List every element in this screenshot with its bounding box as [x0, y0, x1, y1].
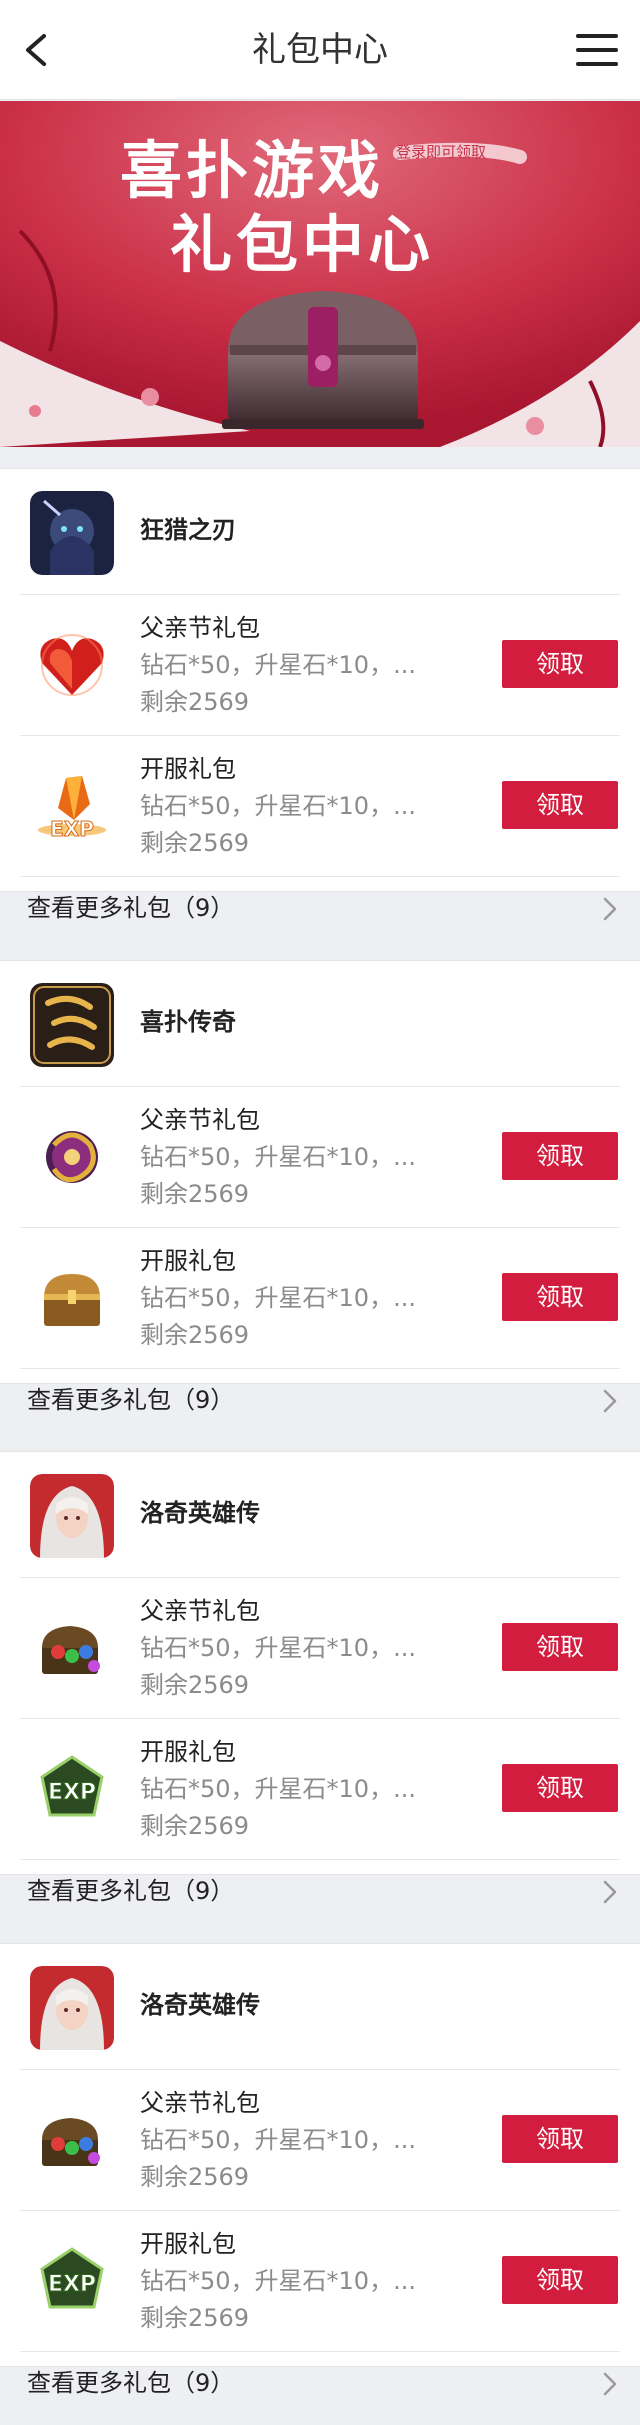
page-title: 礼包中心 — [252, 30, 388, 70]
gift-item: EXP 开服礼包 钻石*50，升星石*10，... 剩余2569 领取 — [0, 736, 640, 876]
gift-item: EXP 开服礼包 钻石*50，升星石*10，... 剩余2569 领取 — [0, 2211, 640, 2351]
view-more-label: 查看更多礼包（9） — [27, 1877, 235, 1905]
view-more-gifts-link[interactable]: 查看更多礼包（9） — [0, 1369, 640, 1433]
gift-description: 钻石*50，升星石*10，... — [140, 1775, 416, 1803]
legend-calligraphy-icon — [30, 983, 114, 1067]
game-row[interactable]: 洛奇英雄传 — [0, 1944, 640, 2069]
gift-item: 父亲节礼包 钻石*50，升星石*10，... 剩余2569 领取 — [0, 2070, 640, 2210]
gift-remaining: 剩余2569 — [140, 1321, 250, 1349]
svg-text:EXP: EXP — [50, 817, 94, 841]
claim-button[interactable]: 领取 — [502, 1764, 618, 1812]
game-row[interactable]: 洛奇英雄传 — [0, 1452, 640, 1577]
svg-text:EXP: EXP — [48, 1780, 96, 1805]
gift-name: 开服礼包 — [140, 755, 236, 783]
claim-button[interactable]: 领取 — [502, 781, 618, 829]
gift-remaining: 剩余2569 — [140, 829, 250, 857]
gift-remaining: 剩余2569 — [140, 1812, 250, 1840]
gift-description: 钻石*50，升星石*10，... — [140, 792, 416, 820]
gift-remaining: 剩余2569 — [140, 2304, 250, 2332]
game-gift-card: 狂猎之刃 父亲节礼包 钻石*50，升星石*10，... 剩余2569 领取 EX… — [0, 468, 640, 922]
gift-description: 钻石*50，升星石*10，... — [140, 1634, 416, 1662]
dark-warrior-icon — [30, 491, 114, 575]
banner-login-badge: 登录即可领取 — [396, 143, 487, 161]
gift-description: 钻石*50，升星石*10，... — [140, 1143, 416, 1171]
gift-name: 父亲节礼包 — [140, 614, 260, 642]
game-gift-card: 洛奇英雄传 父亲节礼包 钻石*50，升星石*10，... 剩余2569 领取 E… — [0, 1943, 640, 2397]
exp-crystal-icon: EXP — [30, 764, 114, 848]
claim-button[interactable]: 领取 — [502, 640, 618, 688]
view-more-label: 查看更多礼包（9） — [27, 2369, 235, 2397]
gift-item: 父亲节礼包 钻石*50，升星石*10，... 剩余2569 领取 — [0, 1087, 640, 1227]
gift-name: 开服礼包 — [140, 2230, 236, 2258]
gift-item: EXP 开服礼包 钻石*50，升星石*10，... 剩余2569 领取 — [0, 1719, 640, 1859]
gift-remaining: 剩余2569 — [140, 1671, 250, 1699]
view-more-gifts-link[interactable]: 查看更多礼包（9） — [0, 877, 640, 941]
chevron-right-icon — [603, 2372, 617, 2396]
gift-remaining: 剩余2569 — [140, 2163, 250, 2191]
banner-title-line1: 喜扑游戏 — [120, 134, 385, 207]
exp-badge-icon: EXP — [30, 1747, 114, 1831]
game-name: 喜扑传奇 — [140, 1008, 236, 1036]
view-more-gifts-link[interactable]: 查看更多礼包（9） — [0, 2352, 640, 2416]
chevron-right-icon — [603, 1880, 617, 1904]
gift-name: 开服礼包 — [140, 1247, 236, 1275]
treasure-chest-icon — [30, 1256, 114, 1340]
gem-chest-icon — [30, 1606, 114, 1690]
game-row[interactable]: 喜扑传奇 — [0, 961, 640, 1086]
gift-name: 父亲节礼包 — [140, 1106, 260, 1134]
banner-title-line2: 礼包中心 — [170, 208, 435, 281]
claim-button[interactable]: 领取 — [502, 1273, 618, 1321]
view-more-label: 查看更多礼包（9） — [27, 894, 235, 922]
gift-item: 父亲节礼包 钻石*50，升星石*10，... 剩余2569 领取 — [0, 1578, 640, 1718]
game-name: 洛奇英雄传 — [140, 1499, 260, 1527]
gift-remaining: 剩余2569 — [140, 1180, 250, 1208]
claim-button[interactable]: 领取 — [502, 1132, 618, 1180]
claim-button[interactable]: 领取 — [502, 1623, 618, 1671]
white-hair-heroine-icon — [30, 1474, 114, 1558]
view-more-label: 查看更多礼包（9） — [27, 1386, 235, 1414]
gift-name: 父亲节礼包 — [140, 2089, 260, 2117]
gift-name: 父亲节礼包 — [140, 1597, 260, 1625]
view-more-gifts-link[interactable]: 查看更多礼包（9） — [0, 1860, 640, 1924]
gift-item: 开服礼包 钻石*50，升星石*10，... 剩余2569 领取 — [0, 1228, 640, 1368]
promo-banner[interactable]: 喜扑游戏 礼包中心 登录即可领取 — [0, 101, 640, 447]
gift-description: 钻石*50，升星石*10，... — [140, 1284, 416, 1312]
white-hair-heroine-icon — [30, 1966, 114, 2050]
game-name: 洛奇英雄传 — [140, 1991, 260, 2019]
gift-name: 开服礼包 — [140, 1738, 236, 1766]
game-name: 狂猎之刃 — [140, 516, 236, 544]
top-nav-bar: 礼包中心 — [0, 0, 640, 100]
svg-text:EXP: EXP — [48, 2272, 96, 2297]
claim-button[interactable]: 领取 — [502, 2115, 618, 2163]
purple-dragon-orb-icon — [30, 1115, 114, 1199]
claim-button[interactable]: 领取 — [502, 2256, 618, 2304]
red-heart-gem-icon — [30, 623, 114, 707]
chevron-right-icon — [603, 897, 617, 921]
game-row[interactable]: 狂猎之刃 — [0, 469, 640, 594]
game-gift-card: 喜扑传奇 父亲节礼包 钻石*50，升星石*10，... 剩余2569 领取 开服… — [0, 960, 640, 1414]
chevron-right-icon — [603, 1389, 617, 1413]
gift-description: 钻石*50，升星石*10，... — [140, 2267, 416, 2295]
gift-item: 父亲节礼包 钻石*50，升星石*10，... 剩余2569 领取 — [0, 595, 640, 735]
gift-remaining: 剩余2569 — [140, 688, 250, 716]
game-gift-card: 洛奇英雄传 父亲节礼包 钻石*50，升星石*10，... 剩余2569 领取 E… — [0, 1451, 640, 1905]
hamburger-menu-icon[interactable] — [576, 30, 620, 70]
gift-description: 钻石*50，升星石*10，... — [140, 2126, 416, 2154]
gem-chest-icon — [30, 2098, 114, 2182]
gift-description: 钻石*50，升星石*10，... — [140, 651, 416, 679]
exp-badge-icon: EXP — [30, 2239, 114, 2323]
